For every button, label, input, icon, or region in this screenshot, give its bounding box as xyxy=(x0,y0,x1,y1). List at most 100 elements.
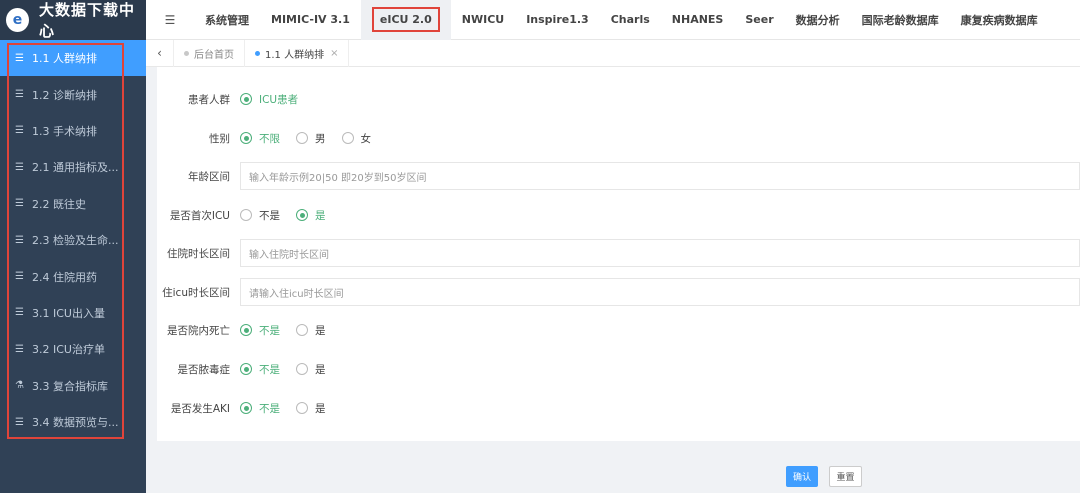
list-icon: ☰ xyxy=(15,52,24,64)
radio-icon xyxy=(240,93,252,105)
sidebar-item-2-2[interactable]: ☰ 2.2 既往史 xyxy=(0,186,146,222)
sidebar-item-label: 3.2 ICU治疗单 xyxy=(32,343,105,357)
filter-form: 患者人群 ICU患者 性别 不限 男 女 年龄区间 输入年龄示例20|50 即2… xyxy=(157,67,1080,441)
sidebar-item-2-4[interactable]: ☰ 2.4 住院用药 xyxy=(0,258,146,294)
sidebar-item-2-3[interactable]: ☰ 2.3 检验及生命... xyxy=(0,222,146,258)
logo[interactable]: e 大数据下载中心 xyxy=(0,0,146,40)
row-hosp-los: 住院时长区间 输入住院时长区间 xyxy=(157,238,1080,268)
close-icon[interactable]: × xyxy=(330,48,338,59)
row-aki: 是否发生AKI 不是 是 xyxy=(157,393,1080,423)
icu-los-input[interactable]: 请输入住icu时长区间 xyxy=(240,278,1080,306)
dot-icon xyxy=(255,50,260,56)
sidebar-item-3-3[interactable]: ⚗ 3.3 复合指标库 xyxy=(0,368,146,404)
sidebar-item-label: 2.4 住院用药 xyxy=(32,270,97,284)
sidebar-item-label: 3.1 ICU出入量 xyxy=(32,306,105,320)
label-age: 年龄区间 xyxy=(188,170,230,183)
nav-item-rehab-db[interactable]: 康复疾病数据库 xyxy=(950,0,1049,40)
label-population: 患者人群 xyxy=(188,93,230,106)
top-navigation: ☰ 系统管理 MIMIC-IV 3.1 eICU 2.0 NWICU Inspi… xyxy=(146,0,1080,40)
flask-icon: ⚗ xyxy=(15,380,24,392)
nav-item-seer[interactable]: Seer xyxy=(734,0,784,40)
sidebar-item-label: 3.4 数据预览与... xyxy=(32,416,119,430)
label-sepsis: 是否脓毒症 xyxy=(177,363,231,376)
highlight-box-eicu: eICU 2.0 xyxy=(371,7,440,32)
label-hosp-death: 是否院内死亡 xyxy=(167,324,230,337)
nav-item-mimic[interactable]: MIMIC-IV 3.1 xyxy=(260,0,361,40)
nav-item-eicu[interactable]: eICU 2.0 xyxy=(360,0,451,40)
list-icon: ☰ xyxy=(15,89,24,101)
radio-sepsis-no[interactable]: 不是 xyxy=(240,362,280,377)
label-hosp-los: 住院时长区间 xyxy=(167,247,230,260)
row-first-icu: 是否首次ICU 不是 是 xyxy=(157,200,1080,230)
radio-icon xyxy=(240,324,252,336)
sidebar-item-label: 2.3 检验及生命... xyxy=(32,234,119,248)
radio-icon xyxy=(240,363,252,375)
radio-icon xyxy=(240,402,252,414)
confirm-button[interactable]: 确认 xyxy=(786,466,818,487)
hosp-los-input[interactable]: 输入住院时长区间 xyxy=(240,239,1080,267)
sidebar-item-label: 2.1 通用指标及... xyxy=(32,161,119,175)
sidebar-menu: ☰ 1.1 人群纳排 ☰ 1.2 诊断纳排 ☰ 1.3 手术纳排 ☰ 2.1 通用指标及… xyxy=(0,40,146,440)
row-gender: 性别 不限 男 女 xyxy=(157,123,1080,153)
chevron-left-icon[interactable]: ‹ xyxy=(146,39,174,67)
radio-gender-female[interactable]: 女 xyxy=(341,131,371,146)
sidebar-item-1-2[interactable]: ☰ 1.2 诊断纳排 xyxy=(0,76,146,112)
nav-item-nhanes[interactable]: NHANES xyxy=(661,0,735,40)
label-icu-los: 住icu时长区间 xyxy=(162,286,230,299)
label-first-icu: 是否首次ICU xyxy=(169,209,230,222)
radio-first-icu-no[interactable]: 不是 xyxy=(240,208,280,223)
sidebar-item-1-1[interactable]: ☰ 1.1 人群纳排 xyxy=(0,40,146,77)
radio-hosp-death-yes[interactable]: 是 xyxy=(296,323,326,338)
sidebar-item-label: 1.3 手术纳排 xyxy=(32,124,97,138)
nav-item-charls[interactable]: Charls xyxy=(600,0,661,40)
list-icon: ☰ xyxy=(15,343,24,355)
radio-first-icu-yes[interactable]: 是 xyxy=(296,208,326,223)
tag-current[interactable]: 1.1 人群纳排 × xyxy=(245,39,350,67)
nav-item-nwicu[interactable]: NWICU xyxy=(451,0,515,40)
reset-button[interactable]: 重置 xyxy=(829,466,862,487)
tag-home[interactable]: 后台首页 xyxy=(174,39,245,67)
nav-item-system[interactable]: 系统管理 xyxy=(194,0,260,40)
row-icu-los: 住icu时长区间 请输入住icu时长区间 xyxy=(157,277,1080,307)
sidebar-item-label: 3.3 复合指标库 xyxy=(32,379,108,393)
sidebar-item-3-4[interactable]: ☰ 3.4 数据预览与... xyxy=(0,404,146,440)
radio-gender-male[interactable]: 男 xyxy=(296,131,326,146)
app-title: 大数据下载中心 xyxy=(38,1,135,40)
list-icon: ☰ xyxy=(15,161,24,173)
radio-sepsis-yes[interactable]: 是 xyxy=(296,362,326,377)
row-sepsis: 是否脓毒症 不是 是 xyxy=(157,354,1080,384)
list-icon: ☰ xyxy=(15,416,24,428)
radio-hosp-death-no[interactable]: 不是 xyxy=(240,323,280,338)
sidebar: e 大数据下载中心 ☰ 1.1 人群纳排 ☰ 1.2 诊断纳排 ☰ 1.3 手术纳排 … xyxy=(0,0,146,493)
list-icon: ☰ xyxy=(15,198,24,210)
sidebar-item-3-1[interactable]: ☰ 3.1 ICU出入量 xyxy=(0,295,146,331)
sidebar-item-label: 2.2 既往史 xyxy=(32,197,86,211)
sidebar-item-label: 1.2 诊断纳排 xyxy=(32,88,97,102)
list-icon: ☰ xyxy=(15,234,24,246)
sidebar-item-1-3[interactable]: ☰ 1.3 手术纳排 xyxy=(0,113,146,149)
radio-gender-any[interactable]: 不限 xyxy=(240,131,280,146)
radio-icon xyxy=(240,209,252,221)
radio-aki-no[interactable]: 不是 xyxy=(240,401,280,416)
radio-aki-yes[interactable]: 是 xyxy=(296,401,326,416)
sidebar-item-label: 1.1 人群纳排 xyxy=(32,52,97,66)
radio-icon xyxy=(341,132,354,144)
age-range-input[interactable]: 输入年龄示例20|50 即20岁到50岁区间 xyxy=(240,162,1080,190)
row-age: 年龄区间 输入年龄示例20|50 即20岁到50岁区间 xyxy=(157,161,1080,191)
row-hosp-death: 是否院内死亡 不是 是 xyxy=(157,315,1080,345)
nav-item-inspire[interactable]: Inspire1.3 xyxy=(515,0,600,40)
list-icon: ☰ xyxy=(15,307,24,319)
radio-icon xyxy=(296,324,308,336)
hamburger-icon[interactable]: ☰ xyxy=(146,13,194,27)
radio-icon xyxy=(296,402,308,414)
list-icon: ☰ xyxy=(15,271,24,283)
row-population: 患者人群 ICU患者 xyxy=(157,84,1080,114)
radio-icon xyxy=(240,132,252,144)
radio-icu-patient[interactable]: ICU患者 xyxy=(240,92,298,107)
nav-item-aging-db[interactable]: 国际老龄数据库 xyxy=(851,0,950,40)
nav-item-analysis[interactable]: 数据分析 xyxy=(785,0,851,40)
sidebar-item-3-2[interactable]: ☰ 3.2 ICU治疗单 xyxy=(0,331,146,367)
sidebar-item-2-1[interactable]: ☰ 2.1 通用指标及... xyxy=(0,149,146,185)
radio-icon xyxy=(296,363,308,375)
radio-icon xyxy=(296,132,308,144)
